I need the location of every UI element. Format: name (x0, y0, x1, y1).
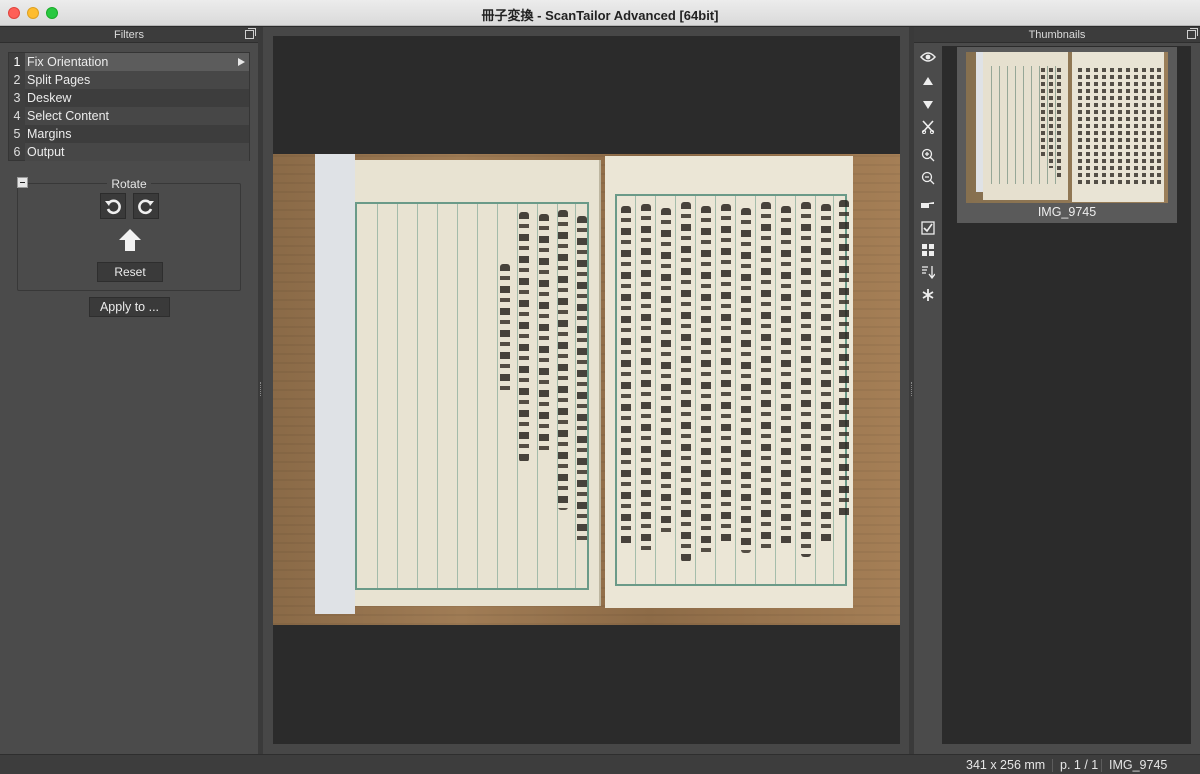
filters-panel-header: Filters (0, 27, 258, 43)
scanned-book-image[interactable] (273, 154, 900, 625)
triangle-up-icon[interactable] (919, 72, 937, 90)
rotate-cw-icon (138, 199, 154, 215)
status-filename: IMG_9745 (1109, 758, 1168, 772)
filter-step-number: 4 (13, 109, 21, 123)
status-bar: 341 x 256 mm p. 1 / 1 IMG_9745 (0, 754, 1200, 774)
filter-step-number: 1 (13, 55, 21, 69)
status-physical-size: 341 x 256 mm (966, 758, 1046, 772)
filter-step-label: Fix Orientation (27, 55, 109, 69)
image-view-area (263, 27, 909, 754)
filter-step-number: 2 (13, 73, 21, 87)
play-arrow-icon[interactable] (238, 58, 245, 66)
rotate-right-button[interactable] (133, 193, 159, 219)
eye-icon[interactable] (919, 48, 937, 66)
rotate-group-title: Rotate (107, 177, 151, 191)
thumbnail-image[interactable] (966, 52, 1168, 203)
filters-panel-title: Filters (114, 29, 144, 41)
filter-steps-list: 1 Fix Orientation 2 Split Pages 3 Deskew… (8, 52, 250, 161)
scissors-icon[interactable] (919, 118, 937, 136)
filter-step-split-pages[interactable]: 2 Split Pages (9, 71, 249, 89)
filter-step-margins[interactable]: 5 Margins (9, 125, 249, 143)
filter-step-number: 6 (13, 145, 21, 159)
zoom-in-icon[interactable] (919, 146, 937, 164)
reset-button[interactable]: Reset (97, 262, 163, 282)
filter-step-label: Output (25, 143, 249, 161)
filters-panel: Filters 1 Fix Orientation 2 Split Pages … (0, 27, 258, 754)
rotate-group: Rotate Reset (17, 177, 241, 291)
filter-step-label: Deskew (25, 89, 249, 107)
rotate-left-button[interactable] (100, 193, 126, 219)
hand-pointer-icon[interactable] (919, 196, 937, 214)
filter-step-label: Margins (25, 125, 249, 143)
filter-step-number: 3 (13, 91, 21, 105)
apply-to-button[interactable]: Apply to ... (89, 297, 170, 317)
filter-step-label: Split Pages (25, 71, 249, 89)
triangle-down-icon[interactable] (919, 96, 937, 114)
window-title: 冊子変換 - ScanTailor Advanced [64bit] (481, 8, 719, 23)
sort-icon[interactable] (919, 263, 937, 281)
thumbnails-panel-title: Thumbnails (1028, 29, 1086, 41)
thumbnail-toolbar (914, 44, 942, 754)
zoom-out-icon[interactable] (919, 169, 937, 187)
title-bar: 冊子変換 - ScanTailor Advanced [64bit] (0, 0, 1200, 26)
filter-step-select-content[interactable]: 4 Select Content (9, 107, 249, 125)
rotate-ccw-icon (105, 199, 121, 215)
asterisk-icon[interactable] (919, 286, 937, 304)
thumbnail-item[interactable]: IMG_9745 (957, 47, 1177, 223)
thumbnail-list[interactable]: IMG_9745 (942, 46, 1191, 744)
image-viewport[interactable] (273, 36, 900, 744)
status-page-number: p. 1 / 1 (1060, 758, 1099, 772)
thumbnail-label: IMG_9745 (1037, 205, 1097, 219)
thumbnails-panel-header: Thumbnails (914, 27, 1200, 43)
undock-icon[interactable] (245, 28, 256, 39)
thumbnails-panel: Thumbnails IMG_9745 (914, 27, 1200, 754)
undock-icon[interactable] (1187, 28, 1198, 39)
filter-step-output[interactable]: 6 Output (9, 143, 249, 161)
orientation-up-arrow-icon (119, 229, 141, 251)
checkbox-icon[interactable] (919, 219, 937, 237)
filter-step-deskew[interactable]: 3 Deskew (9, 89, 249, 107)
filter-step-label: Select Content (25, 107, 249, 125)
filter-step-fix-orientation[interactable]: 1 Fix Orientation (9, 53, 249, 71)
filter-step-number: 5 (13, 127, 21, 141)
grid-icon[interactable] (919, 241, 937, 259)
